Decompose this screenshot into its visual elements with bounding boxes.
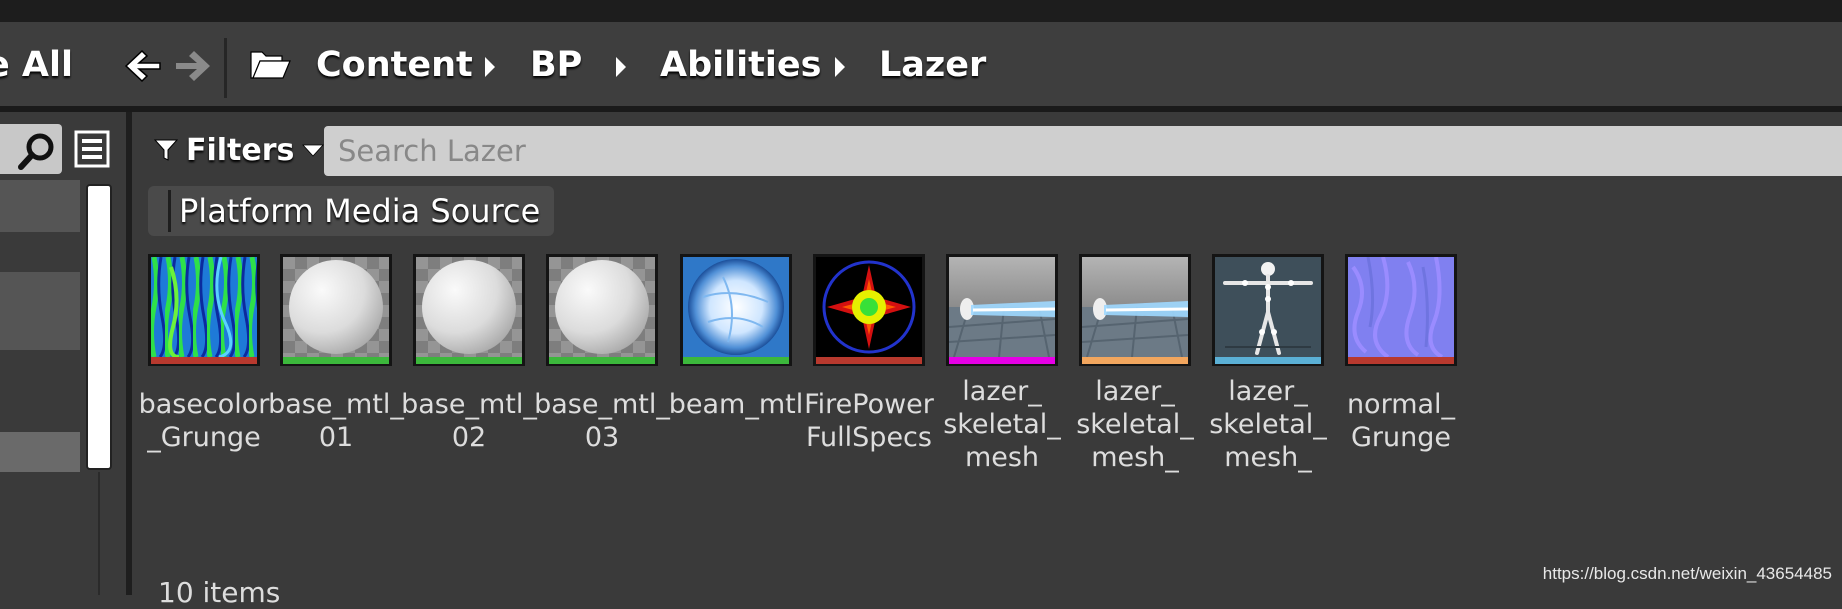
- panel-splitter[interactable]: [126, 112, 132, 595]
- filter-chip-label: Platform Media Source: [179, 192, 541, 230]
- filter-chip-platform-media-source[interactable]: Platform Media Source: [148, 186, 555, 236]
- breadcrumb-separator-icon[interactable]: [615, 56, 627, 78]
- asset-type-color-bar: [416, 357, 522, 364]
- chevron-down-icon: [302, 144, 325, 157]
- breadcrumb-lazer[interactable]: Lazer: [879, 42, 986, 88]
- mesh-thumbnail: [949, 257, 1055, 357]
- asset-thumbnail-frame[interactable]: [946, 254, 1058, 366]
- asset-search-input[interactable]: [324, 126, 1842, 176]
- asset-type-color-bar: [549, 357, 655, 364]
- arrow-left-icon[interactable]: [122, 47, 164, 85]
- asset-name: normal_ Grunge: [1346, 389, 1456, 453]
- asset-name: FirePower FullSpecs: [804, 389, 934, 453]
- asset-name: lazer_ skeletal_ mesh: [943, 376, 1061, 473]
- mesh-thumbnail: [1082, 257, 1188, 357]
- asset-type-color-bar: [151, 357, 257, 364]
- breadcrumb-bp[interactable]: BP: [530, 42, 582, 88]
- skeleton-thumbnail: [1215, 257, 1321, 357]
- asset-type-color-bar: [283, 357, 389, 364]
- arrow-right-icon[interactable]: [172, 47, 214, 85]
- asset-name: basecolor _Grunge: [138, 389, 270, 453]
- particle-texture-thumbnail: [816, 257, 922, 357]
- asset-name: base_mtl_ 02: [401, 389, 537, 453]
- material-sphere-thumbnail: [283, 257, 389, 357]
- save-all-button[interactable]: e All: [0, 42, 73, 88]
- asset-thumbnail-frame[interactable]: [1079, 254, 1191, 366]
- asset-name: lazer_ skeletal_ mesh_: [1209, 376, 1327, 473]
- search-icon[interactable]: [16, 131, 60, 171]
- asset-name: lazer_ skeletal_ mesh_: [1076, 376, 1194, 473]
- asset-type-color-bar: [1348, 357, 1454, 364]
- beam-material-thumbnail: [683, 257, 789, 357]
- asset-type-color-bar: [683, 357, 789, 364]
- toolbar-separator: [224, 38, 227, 98]
- panel-divider: [98, 472, 100, 595]
- breadcrumb-abilities[interactable]: Abilities: [660, 42, 821, 88]
- asset-thumbnail-frame[interactable]: [148, 254, 260, 366]
- normal-map-thumbnail: [1348, 257, 1454, 357]
- toolbar-divider: [0, 106, 1842, 112]
- sources-tree-row[interactable]: [0, 272, 80, 350]
- funnel-icon: [154, 139, 178, 161]
- asset-thumbnail-frame[interactable]: [546, 254, 658, 366]
- sources-tree-row[interactable]: [0, 180, 80, 232]
- asset-type-color-bar: [1215, 357, 1321, 364]
- chip-checkbox[interactable]: [168, 190, 171, 232]
- title-strip: [0, 0, 1842, 22]
- material-sphere-thumbnail: [416, 257, 522, 357]
- asset-thumbnail-frame[interactable]: [1212, 254, 1324, 366]
- asset-name: base_mtl_ 03: [534, 389, 670, 453]
- filters-button[interactable]: Filters: [154, 126, 325, 174]
- breadcrumb-content[interactable]: Content: [316, 42, 473, 88]
- material-sphere-thumbnail: [549, 257, 655, 357]
- asset-name: beam_mtl: [668, 389, 804, 420]
- asset-type-color-bar: [1082, 357, 1188, 364]
- asset-thumbnail-frame[interactable]: [813, 254, 925, 366]
- watermark: https://blog.csdn.net/weixin_43654485: [1542, 564, 1832, 583]
- sources-scrollbar[interactable]: [86, 184, 112, 470]
- asset-type-color-bar: [949, 357, 1055, 364]
- asset-name: base_mtl_ 01: [268, 389, 404, 453]
- folder-open-icon: [250, 51, 291, 79]
- asset-thumbnail-frame[interactable]: [680, 254, 792, 366]
- texture-thumbnail: [151, 257, 257, 357]
- asset-type-color-bar: [816, 357, 922, 364]
- asset-thumbnail-frame[interactable]: [1345, 254, 1457, 366]
- asset-thumbnail-frame[interactable]: [280, 254, 392, 366]
- item-count: 10 items: [158, 576, 281, 609]
- list-view-icon[interactable]: [74, 130, 110, 168]
- filters-label: Filters: [186, 132, 295, 168]
- breadcrumb-separator-icon[interactable]: [484, 56, 496, 78]
- sources-tree-row[interactable]: [0, 432, 80, 472]
- asset-thumbnail-frame[interactable]: [413, 254, 525, 366]
- breadcrumb-separator-icon[interactable]: [834, 56, 846, 78]
